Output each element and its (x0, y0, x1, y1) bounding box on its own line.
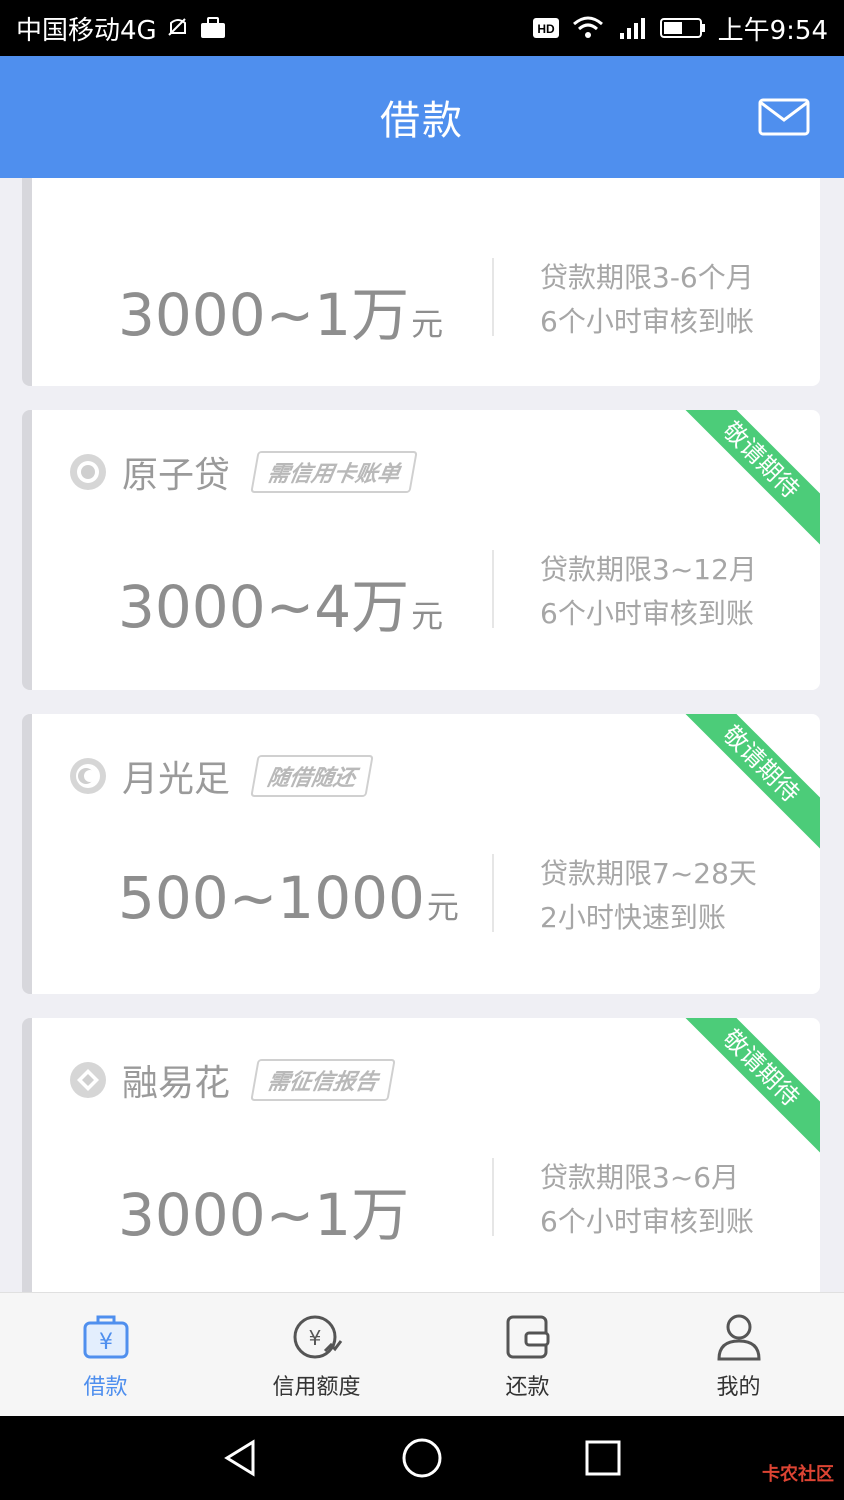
divider (492, 258, 494, 336)
coming-soon-ribbon: 敬请期待 (666, 714, 820, 859)
tab-label: 借款 (83, 1375, 128, 1400)
product-name: 融易花 (122, 1063, 231, 1104)
product-logo-icon (70, 1062, 106, 1098)
page-title: 借款 (380, 98, 464, 144)
amount-range: 3000~1万 (118, 281, 410, 349)
loan-review-time: 6个小时审核到账 (540, 597, 754, 630)
status-time: 上午9:54 (717, 15, 828, 46)
loan-amount: 500~1000 元 (118, 864, 459, 932)
tab-label: 我的 (716, 1375, 761, 1400)
signal-icon (619, 18, 645, 39)
tab-mine[interactable]: 我的 (633, 1293, 844, 1416)
amount-unit: 元 (411, 597, 444, 635)
loan-amount: 3000~1万 元 (118, 268, 443, 352)
user-icon (716, 1314, 761, 1361)
tab-label: 还款 (505, 1375, 550, 1400)
loan-term: 贷款期限7~28天 (540, 857, 757, 890)
product-tag: 随借随还 (250, 755, 374, 797)
app-header: 借款 (0, 56, 844, 178)
wifi-icon (572, 16, 603, 38)
loan-card[interactable]: 敬请期待 原子贷 需信用卡账单 3000~4万 元 贷款期限3~12月 6个小时… (22, 410, 820, 690)
loan-card[interactable]: 敬请期待 月光足 随借随还 500~1000 元 贷款期限7~28天 2小时快速… (22, 714, 820, 994)
divider (492, 854, 494, 932)
mail-icon[interactable] (758, 98, 810, 136)
loan-term: 贷款期限3~12月 (540, 553, 757, 586)
wallet-icon (506, 1315, 549, 1359)
amount-unit: 元 (411, 305, 444, 343)
loan-info: 贷款期限3-6个月 6个小时审核到帐 (540, 256, 754, 344)
tab-loan[interactable]: ¥ 借款 (0, 1293, 211, 1416)
amount-range: 3000~1万 (118, 1181, 410, 1249)
coming-soon-ribbon: 敬请期待 (666, 410, 820, 555)
product-tag: 需征信报告 (250, 1059, 396, 1101)
coming-soon-ribbon: 敬请期待 (666, 1018, 820, 1163)
loan-review-time: 6个小时审核到账 (540, 1205, 754, 1238)
product-logo-icon (70, 454, 106, 490)
product-name: 原子贷 (122, 455, 231, 496)
loan-bag-icon: ¥ (83, 1315, 128, 1359)
svg-text:HD: HD (537, 22, 555, 36)
loan-card[interactable]: 3000~1万 元 贷款期限3-6个月 6个小时审核到帐 (22, 178, 820, 386)
loan-review-time: 6个小时审核到帐 (540, 305, 754, 338)
hd-icon: HD (532, 18, 559, 38)
tab-credit-limit[interactable]: ¥ 信用额度 (211, 1293, 422, 1416)
svg-text:¥: ¥ (99, 1330, 113, 1355)
amount-range: 3000~4万 (118, 573, 410, 641)
loan-list[interactable]: 3000~1万 元 贷款期限3-6个月 6个小时审核到帐 敬请期待 原子贷 需信… (0, 178, 844, 1292)
back-icon[interactable] (219, 1436, 263, 1480)
tab-label: 信用额度 (272, 1375, 361, 1400)
amount-unit: 元 (426, 888, 459, 926)
briefcase-icon (200, 17, 225, 38)
loan-amount: 3000~1万 (118, 1168, 411, 1252)
divider (492, 550, 494, 628)
credit-limit-icon: ¥ (293, 1315, 342, 1359)
notification-muted-icon (167, 18, 186, 36)
loan-amount: 3000~4万 元 (118, 560, 443, 644)
loan-info: 贷款期限7~28天 2小时快速到账 (540, 852, 757, 940)
product-name: 月光足 (122, 759, 231, 800)
divider (492, 1158, 494, 1236)
loan-term: 贷款期限3-6个月 (540, 261, 754, 294)
loan-info: 贷款期限3~12月 6个小时审核到账 (540, 548, 757, 636)
product-logo-icon (70, 758, 106, 794)
svg-text:¥: ¥ (308, 1326, 321, 1350)
system-nav-bar: 卡农社区 (0, 1416, 844, 1500)
loan-card[interactable]: 敬请期待 融易花 需征信报告 3000~1万 贷款期限3~6月 6个小时审核到账 (22, 1018, 820, 1292)
home-icon[interactable] (400, 1436, 444, 1480)
product-tag: 需信用卡账单 (250, 451, 418, 493)
status-bar: 中国移动4G HD 上午9:54 (0, 0, 844, 56)
tab-repay[interactable]: 还款 (422, 1293, 633, 1416)
bottom-tab-bar: ¥ 借款 ¥ 信用额度 还款 我的 (0, 1292, 844, 1416)
amount-range: 500~1000 (118, 864, 425, 932)
loan-term: 贷款期限3~6月 (540, 1161, 740, 1194)
battery-icon (659, 18, 705, 38)
loan-info: 贷款期限3~6月 6个小时审核到账 (540, 1156, 754, 1244)
watermark: 卡农社区 (762, 1464, 834, 1485)
carrier-label: 中国移动4G (16, 15, 157, 46)
loan-review-time: 2小时快速到账 (540, 901, 726, 934)
recents-icon[interactable] (581, 1436, 625, 1480)
